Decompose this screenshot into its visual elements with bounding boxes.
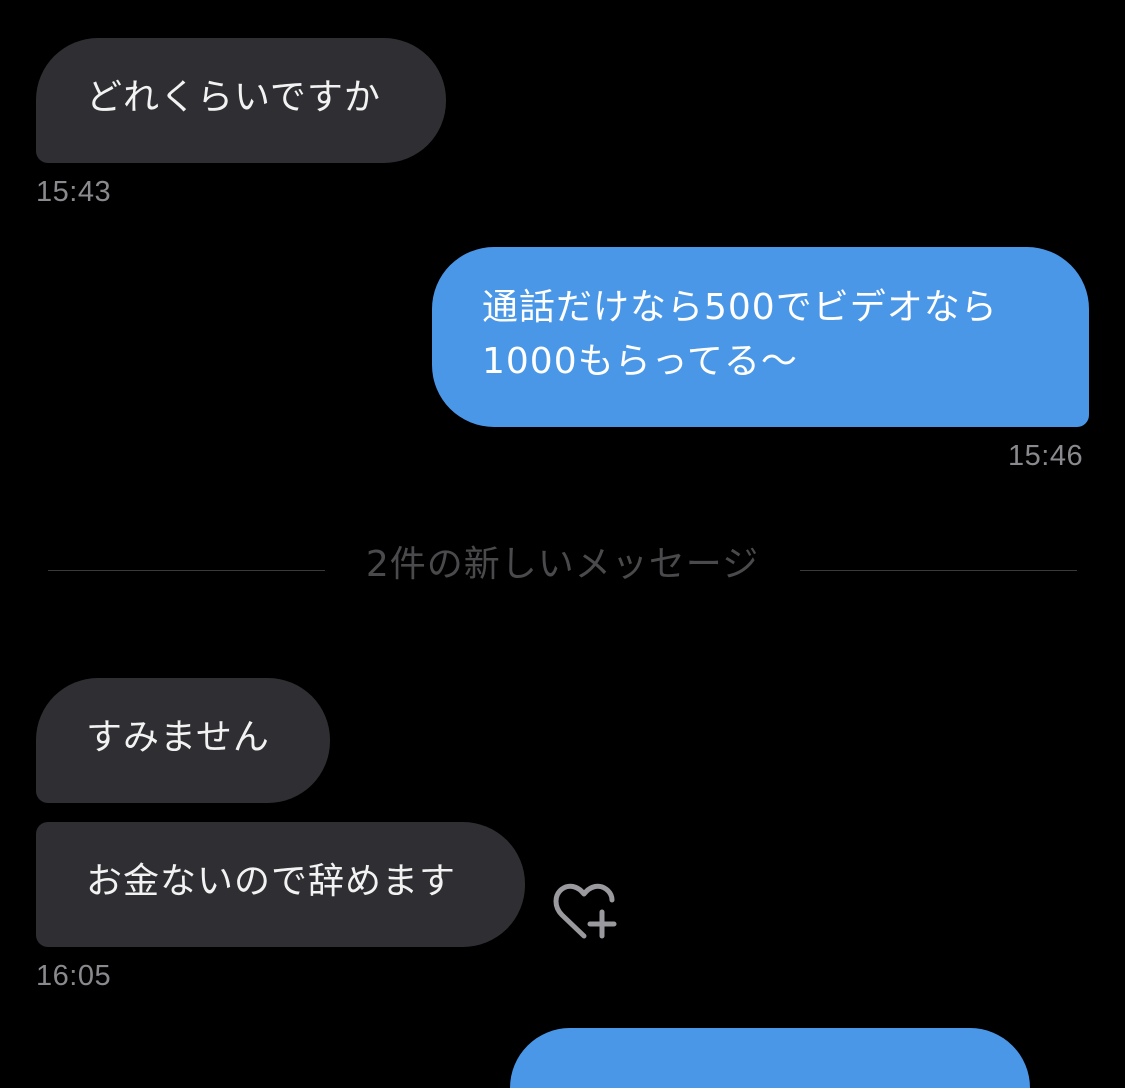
divider-line-left: [48, 570, 325, 571]
message-text-line-2: 1000もらってる〜: [482, 341, 798, 382]
message-bubble-received[interactable]: どれくらいですか: [36, 38, 446, 163]
message-bubble-received[interactable]: お金ないので辞めます: [36, 822, 525, 947]
new-messages-divider: 2件の新しいメッセージ: [365, 544, 760, 585]
message-timestamp: 15:46: [1008, 440, 1084, 472]
message-text-line-1: 通話だけなら500でビデオなら: [482, 287, 998, 328]
message-bubble-sent[interactable]: 通話だけなら500でビデオなら 1000もらってる〜: [432, 247, 1089, 427]
message-bubble-sent-partial[interactable]: [510, 1028, 1030, 1088]
message-text: お金ないので辞めます: [86, 861, 457, 902]
heart-plus-icon[interactable]: [550, 880, 622, 944]
message-timestamp: 15:43: [36, 176, 112, 208]
divider-line-right: [800, 570, 1077, 571]
message-bubble-received[interactable]: すみません: [36, 678, 330, 803]
message-text: どれくらいですか: [86, 77, 381, 118]
message-timestamp: 16:05: [36, 960, 112, 992]
message-text: すみません: [86, 717, 270, 758]
